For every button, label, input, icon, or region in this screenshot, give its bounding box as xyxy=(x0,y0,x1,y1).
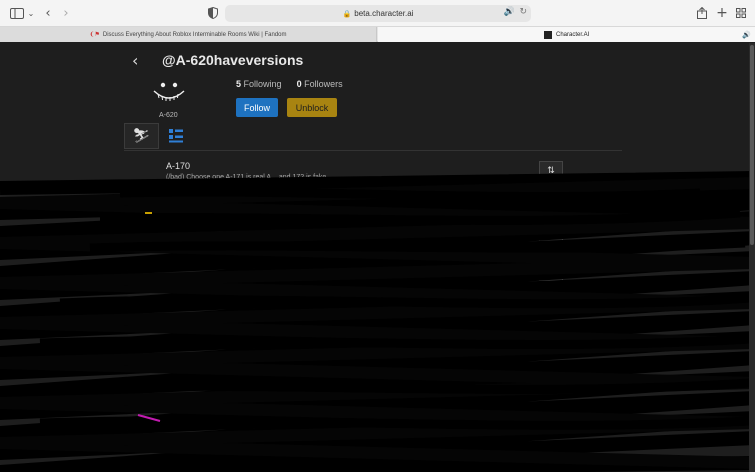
back-arrow-icon[interactable]: ‹ xyxy=(132,51,138,70)
follow-button[interactable]: Follow xyxy=(236,98,278,117)
tab-label: Character.AI xyxy=(556,31,590,38)
profile-stats: 5 Following 0 Followers xyxy=(236,79,343,89)
unblock-button[interactable]: Unblock xyxy=(287,98,337,117)
scrollbar[interactable] xyxy=(749,43,755,472)
forward-icon[interactable]: › xyxy=(61,5,71,21)
reload-icon[interactable]: ↻ xyxy=(519,7,527,17)
speaker-icon[interactable]: 🔊 xyxy=(742,31,751,39)
chat-icon[interactable]: ⇅ xyxy=(539,261,563,281)
plus-icon[interactable]: + xyxy=(716,5,728,21)
following-label[interactable]: Following xyxy=(244,79,282,89)
followers-label[interactable]: Followers xyxy=(304,79,343,89)
tab-fandom[interactable]: ❨⚑ Discuss Everything About Roblox Inter… xyxy=(0,27,377,42)
tab-label: Discuss Everything About Roblox Intermin… xyxy=(102,31,287,38)
chat-icon[interactable]: ⇅ xyxy=(539,295,563,315)
sidebar-icon[interactable] xyxy=(10,5,24,21)
avatar-name: A-620 xyxy=(159,112,178,119)
chat-icon[interactable]: ⇅ xyxy=(539,161,563,181)
share-icon[interactable] xyxy=(696,5,708,21)
scrollbar-thumb[interactable] xyxy=(750,45,754,245)
tab-characterai[interactable]: Character.AI 🔊 xyxy=(378,27,755,42)
chat-icon[interactable]: ⇅ xyxy=(539,405,563,425)
grid-icon[interactable] xyxy=(735,5,747,21)
fandom-favicon-icon: ❨⚑ xyxy=(89,32,100,38)
address-bar[interactable]: 🔒 beta.character.ai 🔊 ↻ xyxy=(225,5,531,22)
chat-icon[interactable]: ⇅ xyxy=(539,227,563,247)
chat-icon[interactable]: ⇅ xyxy=(539,333,563,353)
scribble-redaction xyxy=(0,171,755,472)
followers-count: 0 xyxy=(296,79,302,89)
shield-icon[interactable] xyxy=(207,5,219,21)
chevron-down-icon[interactable]: ⌄ xyxy=(27,5,35,21)
profile-page: ‹ @A-620haveversions A-620 5 Following 0… xyxy=(0,43,755,472)
tab-bar: ❨⚑ Discuss Everything About Roblox Inter… xyxy=(0,27,755,42)
character-name[interactable]: A-170 xyxy=(166,161,190,171)
profile-handle: @A-620haveversions xyxy=(162,52,304,68)
chat-icon[interactable]: ⇅ xyxy=(539,368,563,388)
characterai-favicon-icon xyxy=(544,30,552,39)
browser-toolbar: ⌄ ‹ › 🔒 beta.character.ai 🔊 ↻ + xyxy=(0,0,755,27)
list-tab-icon[interactable] xyxy=(168,128,184,144)
chat-icon[interactable]: ⇅ xyxy=(539,441,563,461)
following-count: 5 xyxy=(236,79,242,89)
character-name[interactable]: B-170 xyxy=(166,228,190,238)
lock-icon: 🔒 xyxy=(342,9,352,18)
back-icon[interactable]: ‹ xyxy=(43,5,53,21)
divider xyxy=(124,150,622,151)
speaker-icon[interactable]: 🔊 xyxy=(504,7,515,17)
character-tab-icon[interactable]: ⛷ xyxy=(124,123,159,149)
avatar xyxy=(151,77,187,107)
url-text: beta.character.ai xyxy=(354,9,414,18)
character-description: (/bad) Choose one A-171 is real A... and… xyxy=(166,174,327,181)
